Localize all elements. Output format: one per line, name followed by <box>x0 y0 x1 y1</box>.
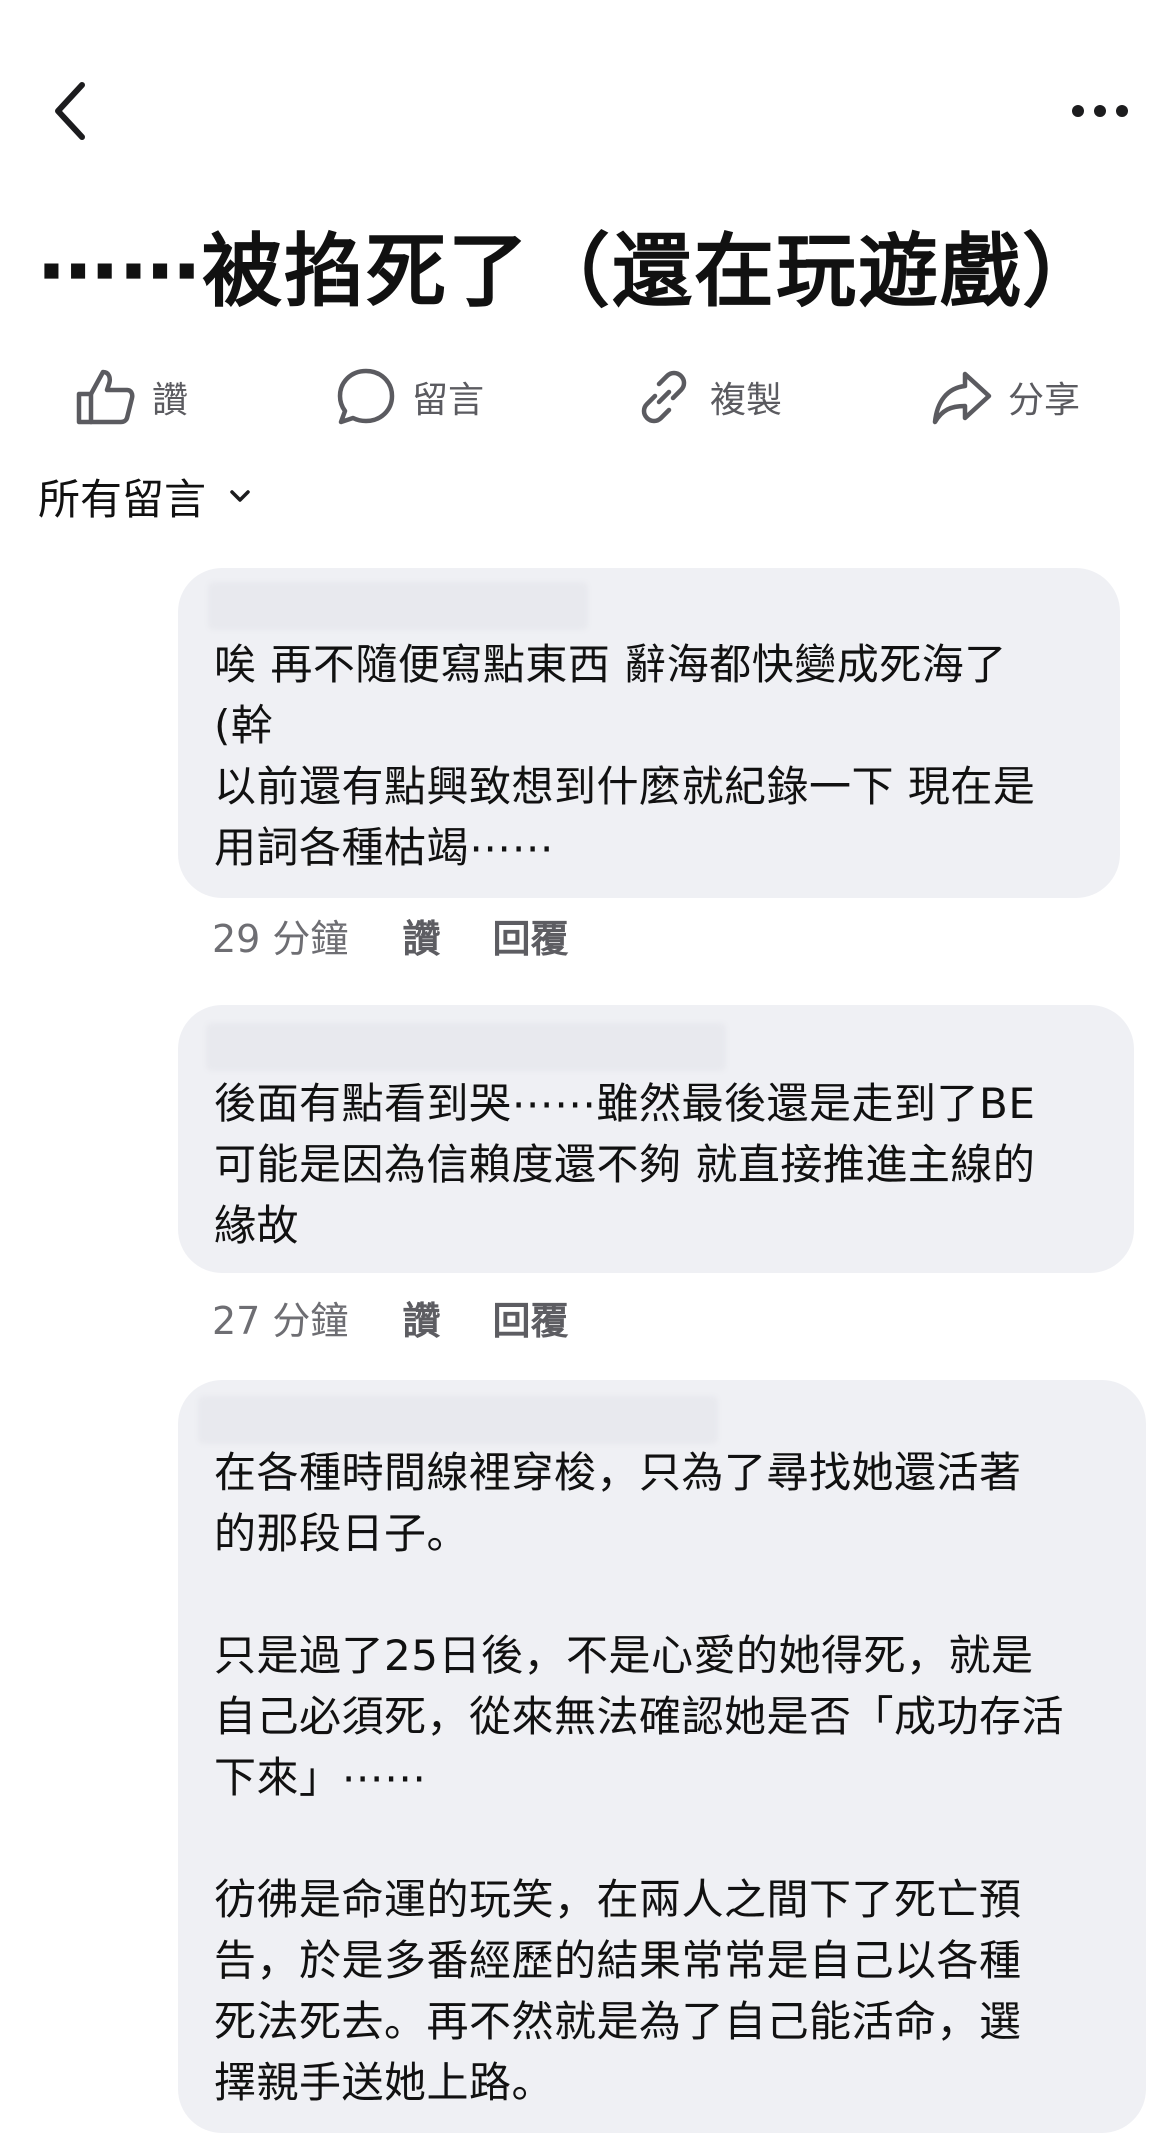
comment-bubble[interactable]: 唉 再不隨便寫點東西 辭海都快變成死海了 (幹 以前還有點興致想到什麼就紀錄一下… <box>178 568 1120 898</box>
comment-item: 在各種時間線裡穿梭，只為了尋找她還活著 的那段日子。 只是過了25日後，不是心愛… <box>178 1380 1146 2133</box>
comment-item: 唉 再不隨便寫點東西 辭海都快變成死海了 (幹 以前還有點興致想到什麼就紀錄一下… <box>178 568 1120 961</box>
back-button[interactable] <box>40 78 100 148</box>
comment-filter-dropdown[interactable]: 所有留言 <box>38 466 256 526</box>
like-button[interactable]: 讚 <box>74 362 188 432</box>
comment-meta: 29 分鐘 讚 回覆 <box>212 908 568 963</box>
share-button[interactable]: 分享 <box>930 362 1080 432</box>
comment-text: 在各種時間線裡穿梭，只為了尋找她還活著 的那段日子。 只是過了25日後，不是心愛… <box>214 1448 1065 2107</box>
author-name[interactable] <box>198 1396 718 1444</box>
comment-text: 唉 再不隨便寫點東西 辭海都快變成死海了 (幹 以前還有點興致想到什麼就紀錄一下… <box>214 640 1036 872</box>
comment-bubble[interactable]: 在各種時間線裡穿梭，只為了尋找她還活著 的那段日子。 只是過了25日後，不是心愛… <box>178 1380 1146 2133</box>
top-bar <box>0 0 1170 200</box>
comment-text: 後面有點看到哭⋯⋯雖然最後還是走到了BE 可能是因為信賴度還不夠 就直接推進主線… <box>214 1079 1036 1250</box>
comment-button[interactable]: 留言 <box>334 362 484 432</box>
comment-item: 後面有點看到哭⋯⋯雖然最後還是走到了BE 可能是因為信賴度還不夠 就直接推進主線… <box>178 1005 1134 1343</box>
copy-link-button[interactable]: 複製 <box>632 362 782 432</box>
more-horizontal-icon <box>1070 103 1130 123</box>
more-options-button[interactable] <box>1060 88 1140 138</box>
post-title: ⋯⋯被掐死了（還在玩遊戲） <box>38 225 1104 318</box>
comment-reply-button[interactable]: 回覆 <box>492 1290 568 1345</box>
comment-label: 留言 <box>412 380 485 421</box>
author-name[interactable] <box>208 582 588 630</box>
post-action-bar: 讚 留言 複製 分享 <box>0 362 1170 432</box>
comment-bubble-icon <box>334 365 398 429</box>
link-icon <box>632 365 696 429</box>
copy-label: 複製 <box>710 380 783 421</box>
comment-reply-button[interactable]: 回覆 <box>492 908 568 963</box>
thumbs-up-icon <box>74 365 138 429</box>
comment-timestamp: 27 分鐘 <box>212 1298 349 1343</box>
comment-like-button[interactable]: 讚 <box>402 1290 440 1345</box>
chevron-down-icon <box>228 482 256 510</box>
share-arrow-icon <box>930 365 994 429</box>
like-label: 讚 <box>152 380 189 421</box>
comment-bubble[interactable]: 後面有點看到哭⋯⋯雖然最後還是走到了BE 可能是因為信賴度還不夠 就直接推進主線… <box>178 1005 1134 1273</box>
share-label: 分享 <box>1008 380 1081 421</box>
comment-timestamp: 29 分鐘 <box>212 916 349 961</box>
comment-meta: 27 分鐘 讚 回覆 <box>212 1290 568 1345</box>
comment-filter-label: 所有留言 <box>38 474 207 524</box>
author-name[interactable] <box>206 1023 726 1071</box>
comment-like-button[interactable]: 讚 <box>402 908 440 963</box>
chevron-left-icon <box>50 79 90 147</box>
